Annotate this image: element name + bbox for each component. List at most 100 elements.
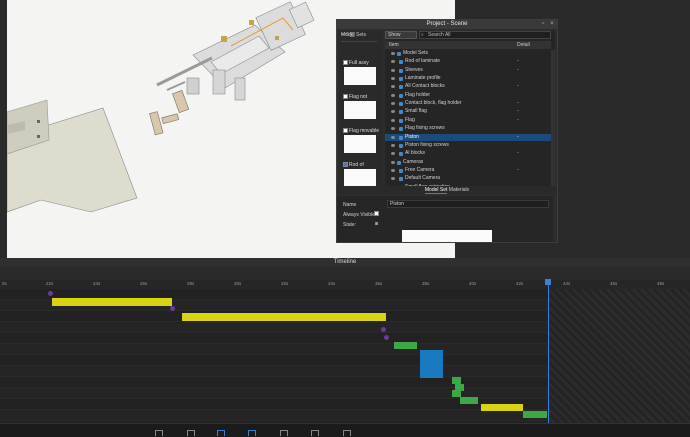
- animation-block[interactable]: [523, 411, 547, 418]
- search-icon: ⌕: [421, 32, 424, 38]
- model-set-checkbox[interactable]: [343, 60, 348, 65]
- tree-row-detail: -: [517, 116, 519, 123]
- timeline-toolbar: [0, 267, 690, 280]
- animation-block[interactable]: [52, 298, 172, 306]
- tree-row[interactable]: Contact block, flag holder -: [385, 100, 551, 108]
- visibility-icon[interactable]: [391, 160, 395, 164]
- tree-row-detail: -: [517, 150, 519, 157]
- tree-row[interactable]: Rod of laminate -: [385, 58, 551, 66]
- animation-block[interactable]: [420, 357, 443, 364]
- animation-block[interactable]: [452, 390, 461, 397]
- tree-row[interactable]: Default Camera: [385, 175, 551, 183]
- tree-row[interactable]: Piston fixing screws: [385, 142, 551, 150]
- visibility-icon[interactable]: [391, 177, 395, 181]
- out-of-range-area: [548, 289, 690, 423]
- visibility-icon[interactable]: [391, 110, 395, 114]
- model-set-thumbnail[interactable]: [344, 169, 376, 187]
- visibility-icon[interactable]: [391, 152, 395, 156]
- tree-row[interactable]: Small flag -: [385, 108, 551, 116]
- animation-block[interactable]: [182, 313, 386, 321]
- tree-row[interactable]: Sleeves -: [385, 67, 551, 75]
- tree-row-detail: -: [517, 66, 519, 73]
- camera-icon[interactable]: ◙: [375, 221, 378, 227]
- tree-row[interactable]: Al blocks -: [385, 150, 551, 158]
- visibility-icon[interactable]: [391, 135, 395, 139]
- item-type-icon: [399, 168, 403, 173]
- model-set-checkbox[interactable]: [343, 128, 348, 133]
- state-label: State:: [343, 222, 357, 228]
- animation-block[interactable]: [394, 342, 417, 349]
- tree-row-label: Contact block, flag holder: [405, 100, 462, 107]
- model-set-thumbnail[interactable]: [344, 135, 376, 153]
- ruler-tick-label: 22s: [46, 281, 54, 286]
- model-set-checkbox[interactable]: [343, 162, 348, 167]
- ruler-tick-label: 44s: [563, 281, 571, 286]
- animation-block[interactable]: [452, 377, 461, 384]
- state-thumbnail[interactable]: [402, 230, 492, 242]
- playhead-line[interactable]: [548, 280, 549, 423]
- export-icon[interactable]: [280, 430, 288, 436]
- visibility-icon[interactable]: [391, 118, 395, 122]
- detail-column-header: Detail: [517, 42, 530, 48]
- playhead-handle[interactable]: [545, 279, 551, 285]
- tree-row[interactable]: Flag -: [385, 117, 551, 125]
- tree-row[interactable]: Free Camera -: [385, 167, 551, 175]
- keyframe-marker[interactable]: [384, 335, 389, 340]
- tree-row[interactable]: Flag fixing screws: [385, 125, 551, 133]
- model-set-thumbnail[interactable]: [344, 67, 376, 85]
- visibility-icon[interactable]: [391, 85, 395, 89]
- render-icon[interactable]: [187, 430, 195, 436]
- keyframe-marker[interactable]: [170, 306, 175, 311]
- tree-row-label: Sleeves: [405, 66, 423, 73]
- animation-block[interactable]: [420, 350, 443, 357]
- visibility-icon[interactable]: [391, 143, 395, 147]
- timeline-view-icon[interactable]: [217, 430, 225, 436]
- item-type-icon: [399, 77, 403, 82]
- properties-area: Name Piston Always Visible State: ◙: [337, 196, 553, 242]
- close-icon[interactable]: ×: [549, 21, 555, 27]
- always-visible-checkbox[interactable]: [374, 211, 379, 216]
- tab-model-set[interactable]: Model Set: [424, 187, 448, 194]
- animation-block[interactable]: [460, 397, 478, 404]
- left-edge-strip: [0, 0, 7, 258]
- keyframe-marker[interactable]: [381, 327, 386, 332]
- visibility-icon[interactable]: [391, 52, 395, 55]
- tree-row[interactable]: Laminate profile: [385, 75, 551, 83]
- show-select[interactable]: Show: [385, 31, 417, 39]
- visibility-icon[interactable]: [391, 77, 395, 81]
- timeline-tracks[interactable]: [0, 289, 690, 423]
- visibility-icon[interactable]: [391, 68, 395, 72]
- search-field[interactable]: Search All: [419, 31, 551, 39]
- tree-row[interactable]: Piston -: [385, 133, 551, 142]
- keyframe-marker[interactable]: [48, 291, 53, 296]
- animation-icon[interactable]: [248, 430, 256, 436]
- visibility-icon[interactable]: [391, 168, 395, 172]
- visibility-icon[interactable]: [391, 60, 395, 64]
- tree-row[interactable]: Flag holder: [385, 92, 551, 100]
- layers-icon[interactable]: [311, 430, 319, 436]
- visibility-icon[interactable]: [391, 127, 395, 131]
- tab-materials[interactable]: Materials: [449, 187, 469, 193]
- animation-block[interactable]: [481, 404, 523, 411]
- restore-icon[interactable]: ▫: [540, 21, 546, 27]
- item-type-icon: [399, 85, 403, 90]
- tree-row[interactable]: Model Sets: [385, 50, 551, 58]
- tree-row[interactable]: All Contact blocks -: [385, 83, 551, 91]
- visibility-icon[interactable]: [391, 93, 395, 97]
- ruler-tick-label: 0s: [2, 281, 7, 286]
- tree-row-label: Al blocks: [405, 150, 426, 157]
- item-type-icon: [399, 68, 403, 73]
- tree-row-detail: -: [517, 108, 519, 115]
- more-icon[interactable]: [343, 430, 351, 436]
- animation-block[interactable]: [420, 364, 443, 371]
- name-field[interactable]: Piston: [387, 200, 549, 208]
- model-set-checkbox[interactable]: [343, 94, 348, 99]
- tree-scrollbar[interactable]: [551, 50, 555, 193]
- ruler-tick-label: 42s: [516, 281, 524, 286]
- model-set-thumbnail[interactable]: [344, 101, 376, 119]
- tree-row[interactable]: Cameras: [385, 159, 551, 167]
- animation-block[interactable]: [420, 371, 443, 378]
- timeline-ruler[interactable]: 0s 22s 24s 26s 28s 30s 32s 34s 36s 38s 40s 42s 44s 46…: [0, 280, 690, 289]
- visibility-icon[interactable]: [391, 102, 395, 106]
- settings-icon[interactable]: [155, 430, 163, 436]
